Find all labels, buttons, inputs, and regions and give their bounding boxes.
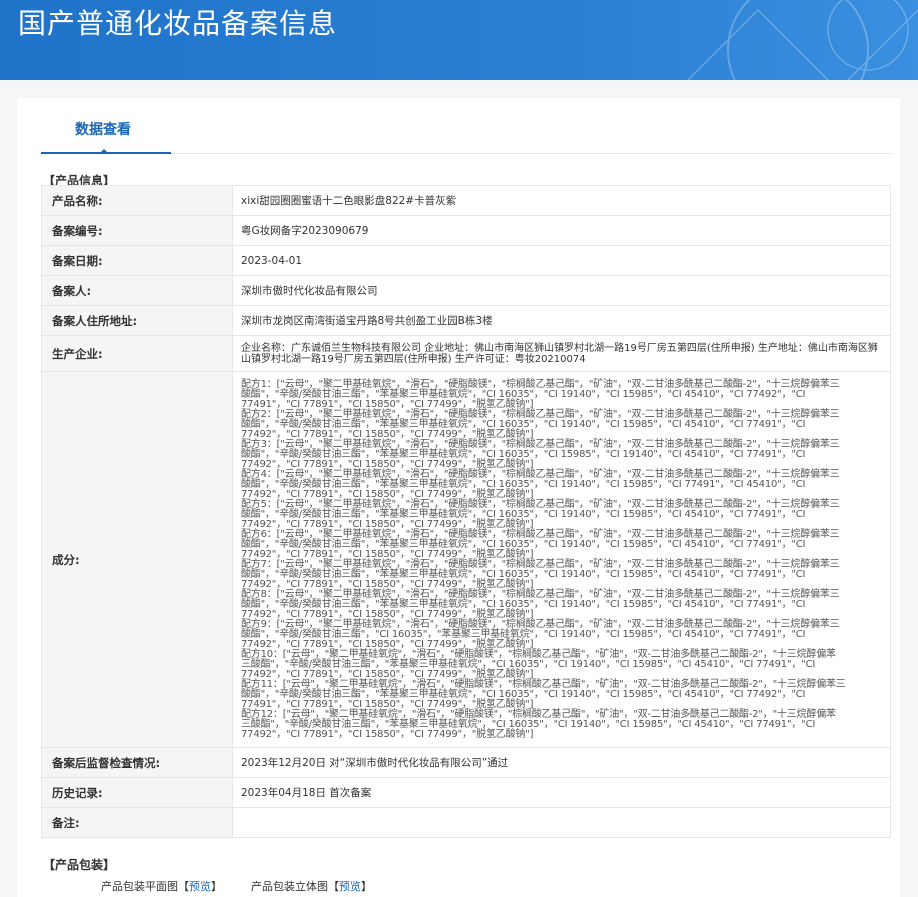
row-label: 历史记录: bbox=[41, 777, 233, 808]
page-header: 国产普通化妆品备案信息 bbox=[0, 0, 918, 80]
ingredients-line: 77492"，"CI 77891"，"CI 15850"，"CI 77499"，… bbox=[241, 428, 534, 440]
table-row: 产品名称: xixi甜园圈圈蜜语十二色眼影盘822#卡普灰紫 bbox=[41, 185, 891, 216]
ingredients-line: 配方7：["云母"，"聚二甲基硅氧烷"，"滑石"，"硬脂酸镁"，"棕榈酸乙基己酯… bbox=[241, 558, 840, 570]
table-row: 生产企业: 企业名称：广东诚佰兰生物科技有限公司 企业地址：佛山市南海区狮山镇罗… bbox=[41, 335, 891, 372]
header-decoration bbox=[686, 0, 918, 80]
ingredients-line: 三酸酯"，"辛酸/癸酸甘油三酯"，"苯基聚三甲基硅氧烷"，"CI 16035"，… bbox=[241, 718, 816, 730]
ingredients-line: 77492"，"CI 77891"，"CI 15850"，"CI 77499"，… bbox=[241, 458, 534, 470]
ingredients-line: 77492"，"CI 77891"，"CI 15850"，"CI 77499"，… bbox=[241, 578, 534, 590]
page-title: 国产普通化妆品备案信息 bbox=[18, 7, 338, 40]
product-info-table: 产品名称: xixi甜园圈圈蜜语十二色眼影盘822#卡普灰紫 备案编号: 粤G妆… bbox=[41, 185, 891, 838]
packaging-flat: 产品包装平面图【预览】 bbox=[101, 878, 222, 894]
table-row: 历史记录: 2023年04月18日 首次备案 bbox=[41, 777, 891, 808]
ingredients-line: 77492"，"CI 77891"，"CI 15850"，"CI 77499"，… bbox=[241, 548, 534, 560]
row-label: 成分: bbox=[41, 371, 233, 748]
flat-preview-link[interactable]: 预览 bbox=[189, 880, 211, 893]
ingredients-line: 配方3：["云母"，"聚二甲基硅氧烷"，"滑石"，"硬脂酸镁"，"棕榈酸乙基己酯… bbox=[241, 438, 840, 450]
row-label: 产品名称: bbox=[41, 185, 233, 216]
ingredients-line: 酸酯"，"辛酸/癸酸甘油三酯"，"CI 16035"，"苯基聚三甲基硅氧烷"，"… bbox=[241, 628, 806, 640]
table-row: 备案人住所地址: 深圳市龙岗区南湾街道宝丹路8号共创盈工业园B栋3楼 bbox=[41, 305, 891, 336]
row-label: 备案日期: bbox=[41, 245, 233, 276]
remarks-value bbox=[232, 807, 891, 838]
bracket-close: 】 bbox=[361, 880, 372, 893]
history-value: 2023年04月18日 首次备案 bbox=[232, 777, 891, 808]
packaging-stereo-label: 产品包装立体图 bbox=[251, 880, 328, 893]
ingredients-line: 酸酯"，"辛酸/癸酸甘油三酯"，"苯基聚三甲基硅氧烷"，"CI 16035"，"… bbox=[241, 508, 806, 520]
ingredients-line: 酸酯"，"辛酸/癸酸甘油三酯"，"苯基聚三甲基硅氧烷"，"CI 16035"，"… bbox=[241, 448, 806, 460]
tab-bar: 数据查看 bbox=[41, 98, 893, 154]
registrant-value: 深圳市傲时代化妆品有限公司 bbox=[232, 275, 891, 306]
ingredients-line: 77492"，"CI 77891"，"CI 15850"，"CI 77499"，… bbox=[241, 638, 534, 650]
table-row: 备案人: 深圳市傲时代化妆品有限公司 bbox=[41, 275, 891, 306]
row-label: 备案人住所地址: bbox=[41, 305, 233, 336]
ingredients-line: 三酸酯"，"辛酸/癸酸甘油三酯"，"苯基聚三甲基硅氧烷"，"CI 16035"，… bbox=[241, 658, 816, 670]
row-label: 备注: bbox=[41, 807, 233, 838]
ingredients-line: 77492"，"CI 77891"，"CI 15850"，"CI 77499"，… bbox=[241, 518, 534, 530]
ingredients-line: 配方9：["云母"，"聚二甲基硅氧烷"，"滑石"，"硬脂酸镁"，"棕榈酸乙基己酯… bbox=[241, 618, 840, 630]
ingredients-value: 配方1：["云母"，"聚二甲基硅氧烷"，"滑石"，"硬脂酸镁"，"棕榈酸乙基己酯… bbox=[232, 371, 891, 748]
ingredients-line: 77492"，"CI 77891"，"CI 15850"，"CI 77499"，… bbox=[241, 608, 534, 620]
tab-data-view-label: 数据查看 bbox=[75, 122, 131, 138]
ingredients-line: 配方10：["云母"，"聚二甲基硅氧烷"，"滑石"，"硬脂酸镁"，"棕榈酸乙基己… bbox=[241, 648, 836, 660]
ingredients-line: 配方8：["云母"，"聚二甲基硅氧烷"，"滑石"，"硬脂酸镁"，"棕榈酸乙基己酯… bbox=[241, 588, 840, 600]
ingredients-line: 配方4：["云母"，"聚二甲基硅氧烷"，"滑石"，"硬脂酸镁"，"棕榈酸乙基己酯… bbox=[241, 468, 840, 480]
row-label: 备案后监督检查情况: bbox=[41, 747, 233, 778]
ingredients-line: 配方1：["云母"，"聚二甲基硅氧烷"，"滑石"，"硬脂酸镁"，"棕榈酸乙基己酯… bbox=[241, 378, 840, 390]
tab-data-view[interactable]: 数据查看 bbox=[41, 98, 171, 154]
table-row: 成分: 配方1：["云母"，"聚二甲基硅氧烷"，"滑石"，"硬脂酸镁"，"棕榈酸… bbox=[41, 371, 891, 748]
table-row: 备案编号: 粤G妆网备字2023090679 bbox=[41, 215, 891, 246]
ingredients-line: 酸酯"，"辛酸/癸酸甘油三酯"，"苯基聚三甲基硅氧烷"，"CI 16035"，"… bbox=[241, 418, 806, 430]
ingredients-line: 77492"，"CI 77891"，"CI 15850"，"CI 77499"，… bbox=[241, 668, 534, 680]
ingredients-line: 酸酯"，"辛酸/癸酸甘油三酯"，"苯基聚三甲基硅氧烷"，"CI 16035"，"… bbox=[241, 388, 806, 400]
ingredients-line: 配方6：["云母"，"聚二甲基硅氧烷"，"滑石"，"硬脂酸镁"，"棕榈酸乙基己酯… bbox=[241, 528, 840, 540]
stereo-preview-link[interactable]: 预览 bbox=[339, 880, 361, 893]
tab-active-caret-icon bbox=[99, 149, 109, 154]
manufacturer-value: 企业名称：广东诚佰兰生物科技有限公司 企业地址：佛山市南海区狮山镇罗村北湖一路1… bbox=[232, 335, 891, 372]
packaging-stereo: 产品包装立体图【预览】 bbox=[251, 878, 372, 894]
packaging-section-title: 【产品包装】 bbox=[43, 858, 116, 872]
row-label: 备案编号: bbox=[41, 215, 233, 246]
ingredients-line: 配方12：["云母"，"聚二甲基硅氧烷"，"滑石"，"硬脂酸镁"，"棕榈酸乙基己… bbox=[241, 708, 836, 720]
row-label: 生产企业: bbox=[41, 335, 233, 372]
registrant-address-value: 深圳市龙岗区南湾街道宝丹路8号共创盈工业园B栋3楼 bbox=[232, 305, 891, 336]
ingredients-line: 配方2：["云母"，"聚二甲基硅氧烷"，"滑石"，"硬脂酸镁"，"棕榈酸乙基己酯… bbox=[241, 408, 840, 420]
registration-date-value: 2023-04-01 bbox=[232, 245, 891, 276]
ingredients-line: 酸酯"，"辛酸/癸酸甘油三酯"，"苯基聚三甲基硅氧烷"，"CI 16035"，"… bbox=[241, 478, 806, 490]
registration-number-value: 粤G妆网备字2023090679 bbox=[232, 215, 891, 246]
supervision-check-value: 2023年12月20日 对“深圳市傲时代化妆品有限公司”通过 bbox=[232, 747, 891, 778]
bracket-close: 】 bbox=[211, 880, 222, 893]
ingredients-line: 77492"，"CI 77891"，"CI 15850"，"CI 77499"，… bbox=[241, 488, 534, 500]
ingredients-line: 77491"，"CI 77891"，"CI 15850"，"CI 77499"，… bbox=[241, 698, 534, 710]
bracket-open: 【 bbox=[178, 880, 189, 893]
bracket-open: 【 bbox=[328, 880, 339, 893]
table-row: 备注: bbox=[41, 807, 891, 838]
product-name-value: xixi甜园圈圈蜜语十二色眼影盘822#卡普灰紫 bbox=[232, 185, 891, 216]
ingredients-line: 酸酯"，"辛酸/癸酸甘油三酯"，"苯基聚三甲基硅氧烷"，"CI 16035"，"… bbox=[241, 598, 806, 610]
ingredients-line: 77491"，"CI 77891"，"CI 15850"，"CI 77499"，… bbox=[241, 398, 534, 410]
content-card: 数据查看 【产品信息】 产品名称: xixi甜园圈圈蜜语十二色眼影盘822#卡普… bbox=[17, 98, 900, 897]
ingredients-line: 77492"，"CI 77891"，"CI 15850"，"CI 77499"，… bbox=[241, 728, 534, 740]
table-row: 备案日期: 2023-04-01 bbox=[41, 245, 891, 276]
ingredients-line: 酸酯"，"辛酸/癸酸甘油三酯"，"苯基聚三甲基硅氧烷"，"CI 16035"，"… bbox=[241, 538, 806, 550]
ingredients-line: 配方5：["云母"，"聚二甲基硅氧烷"，"滑石"，"硬脂酸镁"，"棕榈酸乙基己酯… bbox=[241, 498, 840, 510]
ingredients-line: 酸酯"，"辛酸/癸酸甘油三酯"，"苯基聚三甲基硅氧烷"，"CI 16035"，"… bbox=[241, 568, 806, 580]
table-row: 备案后监督检查情况: 2023年12月20日 对“深圳市傲时代化妆品有限公司”通… bbox=[41, 747, 891, 778]
packaging-flat-label: 产品包装平面图 bbox=[101, 880, 178, 893]
row-label: 备案人: bbox=[41, 275, 233, 306]
ingredients-line: 配方11：["云母"，"聚二甲基硅氧烷"，"滑石"，"硬脂酸镁"，"棕榈酸乙基己… bbox=[241, 678, 846, 690]
ingredients-line: 酸酯"，"辛酸/癸酸甘油三酯"，"苯基聚三甲基硅氧烷"，"CI 16035"，"… bbox=[241, 688, 806, 700]
